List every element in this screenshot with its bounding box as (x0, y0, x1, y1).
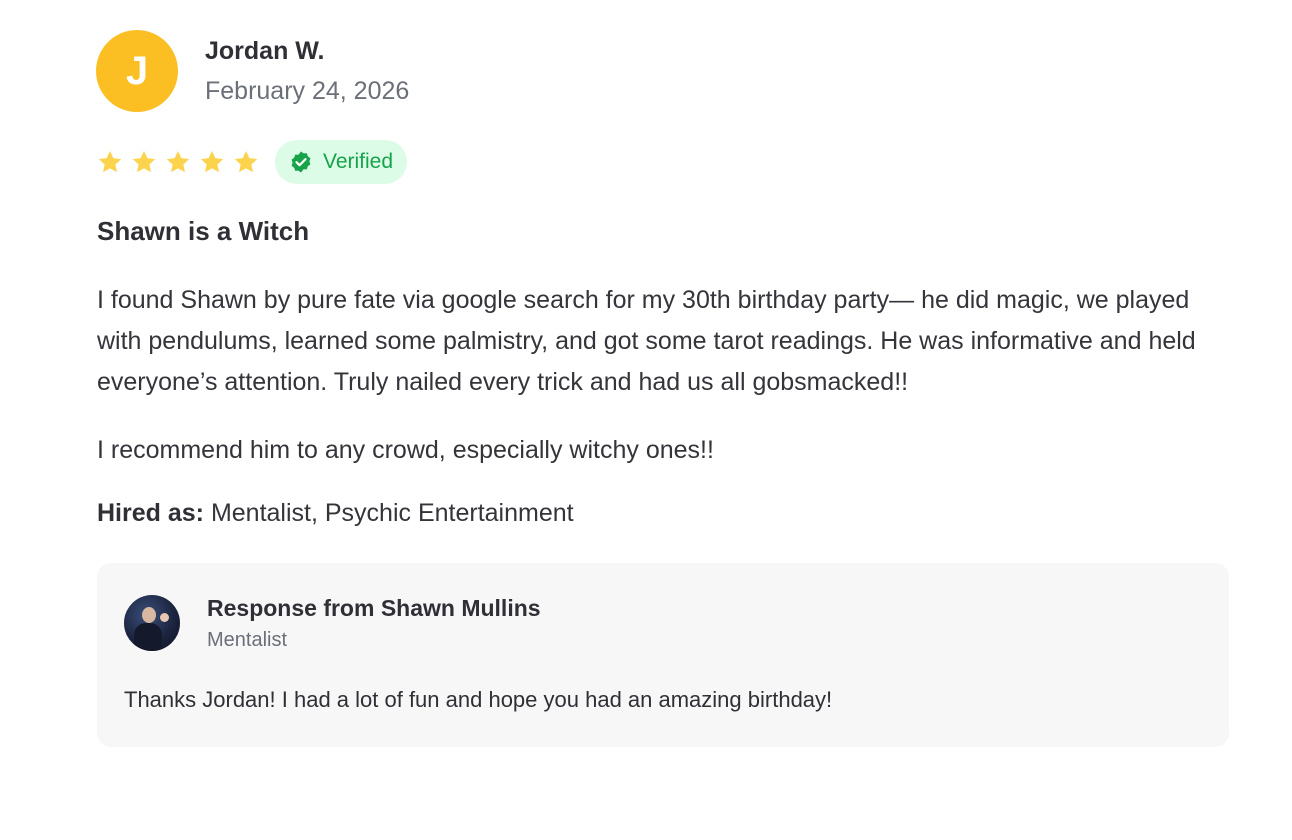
review-title: Shawn is a Witch (97, 216, 310, 246)
provider-response: Response from Shawn Mullins Mentalist Th… (97, 563, 1229, 747)
star-icon (165, 149, 191, 175)
star-icon (97, 149, 123, 175)
review-date: February 24, 2026 (205, 77, 410, 105)
star-icon (131, 149, 157, 175)
review-header: J Jordan W. February 24, 2026 (96, 30, 1229, 112)
rating-row: Verified (97, 140, 1229, 184)
hired-as-value: Mentalist, Psychic Entertainment (210, 499, 574, 527)
star-icon (233, 149, 259, 175)
hired-as-label: Hired as: (97, 499, 204, 527)
star-icon (199, 149, 225, 175)
provider-avatar (124, 595, 180, 651)
response-header: Response from Shawn Mullins Mentalist (124, 594, 1201, 652)
author-info: Jordan W. February 24, 2026 (205, 36, 409, 106)
review-paragraph: I recommend him to any crowd, especially… (97, 436, 714, 464)
hired-as: Hired as: Mentalist, Psychic Entertainme… (97, 496, 1229, 530)
response-meta: Response from Shawn Mullins Mentalist (207, 594, 541, 652)
review-paragraph: I found Shawn by pure fate via google se… (97, 286, 1196, 396)
verified-label: Verified (323, 150, 394, 173)
star-rating (97, 149, 267, 175)
response-role: Mentalist (207, 629, 288, 651)
avatar: J (96, 30, 178, 112)
verified-badge: Verified (275, 140, 408, 184)
review-body: I found Shawn by pure fate via google se… (97, 280, 1229, 471)
response-title: Response from Shawn Mullins (207, 595, 541, 621)
review-card: J Jordan W. February 24, 2026 Verified S… (96, 30, 1229, 747)
author-name: Jordan W. (205, 37, 325, 65)
response-text: Thanks Jordan! I had a lot of fun and ho… (124, 687, 833, 712)
verified-check-icon (289, 150, 313, 174)
